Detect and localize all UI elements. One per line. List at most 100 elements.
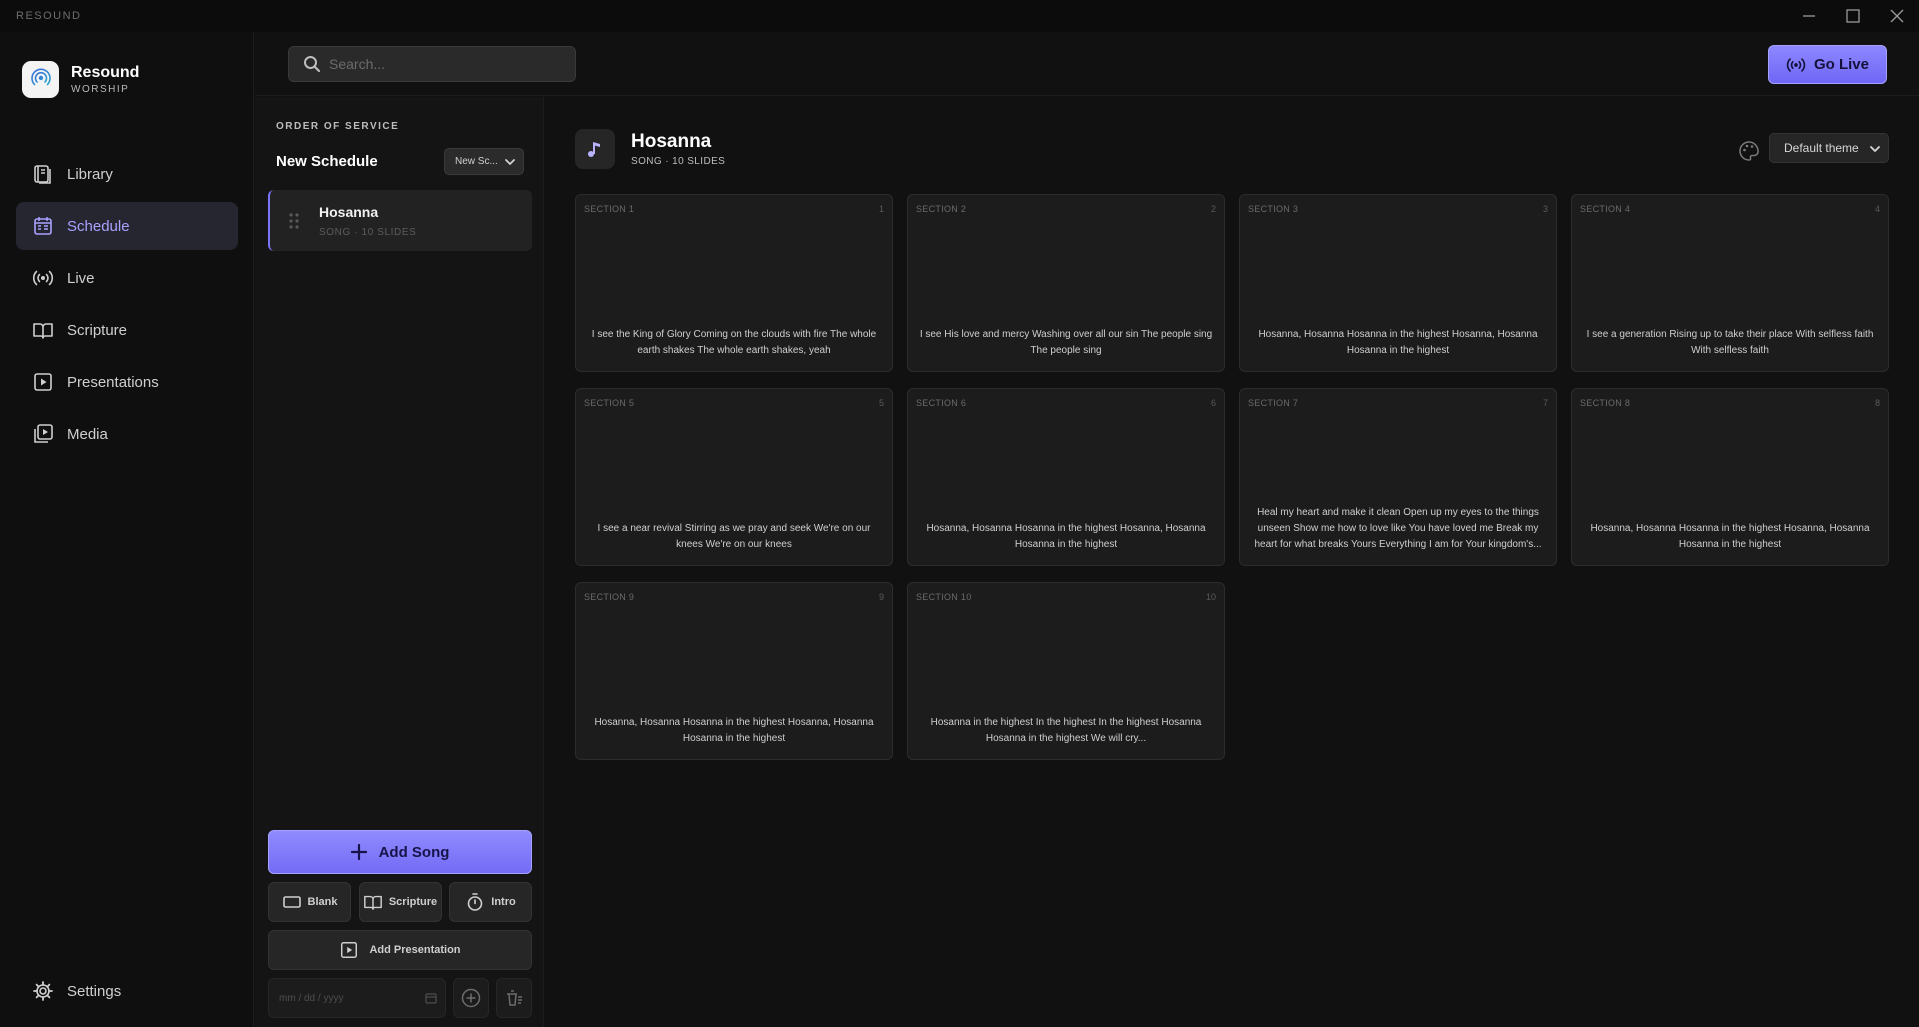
- nav-item-scripture[interactable]: Scripture: [16, 306, 238, 354]
- go-live-button[interactable]: Go Live: [1768, 45, 1887, 84]
- timer-icon: [467, 893, 483, 911]
- slide-number: 7: [1542, 398, 1548, 408]
- slide-number: 9: [878, 592, 884, 602]
- sidebar: Resound WORSHIP Library Schedule Live Sc…: [0, 32, 254, 1027]
- slide-card[interactable]: SECTION 9 9 Hosanna, Hosanna Hosanna in …: [575, 582, 893, 760]
- delete-schedule-button[interactable]: [496, 978, 532, 1018]
- maximize-icon: [1846, 9, 1860, 23]
- add-song-label: Add Song: [378, 843, 450, 861]
- window-controls: [1787, 0, 1919, 32]
- trash-icon: [507, 990, 522, 1006]
- nav-item-media[interactable]: Media: [16, 410, 238, 458]
- palette-icon[interactable]: [1738, 140, 1760, 162]
- slide-section-label: SECTION 6: [916, 398, 967, 408]
- slide-card[interactable]: SECTION 10 10 Hosanna in the highest In …: [907, 582, 1225, 760]
- drag-handle-icon[interactable]: [288, 212, 300, 230]
- slide-card[interactable]: SECTION 2 2 I see His love and mercy Was…: [907, 194, 1225, 372]
- play-square-icon: [34, 373, 52, 391]
- nav-item-library[interactable]: Library: [16, 150, 238, 198]
- song-meta: SONG · 10 SLIDES: [631, 156, 726, 167]
- slide-number: 4: [1874, 204, 1880, 214]
- song-header: Hosanna SONG · 10 SLIDES: [575, 129, 725, 169]
- schedule-panel: ORDER OF SERVICE New Schedule New Sc... …: [255, 97, 544, 1027]
- main-nav: Library Schedule Live Scripture Presenta…: [16, 150, 238, 462]
- maximize-button[interactable]: [1831, 0, 1875, 32]
- nav-item-live[interactable]: Live: [16, 254, 238, 302]
- blank-label: Blank: [307, 896, 338, 908]
- slide-number: 6: [1210, 398, 1216, 408]
- main-content: Hosanna SONG · 10 SLIDES Default theme S…: [545, 97, 1919, 1027]
- slide-lyric: I see a near revival Stirring as we pray…: [597, 523, 871, 550]
- chevron-down-icon: [1870, 146, 1880, 152]
- blank-slide-icon: [282, 896, 301, 908]
- nav-item-presentations[interactable]: Presentations: [16, 358, 238, 406]
- date-input[interactable]: mm / dd / yyyy: [268, 978, 446, 1018]
- slide-card[interactable]: SECTION 3 3 Hosanna, Hosanna Hosanna in …: [1239, 194, 1557, 372]
- window-title: RESOUND: [16, 10, 82, 22]
- add-schedule-button[interactable]: [453, 978, 489, 1018]
- calendar-icon[interactable]: [425, 992, 437, 1004]
- slide-card[interactable]: SECTION 1 1 I see the King of Glory Comi…: [575, 194, 893, 372]
- slide-card[interactable]: SECTION 5 5 I see a near revival Stirrin…: [575, 388, 893, 566]
- chevron-down-icon: [505, 159, 515, 165]
- add-blank-button[interactable]: Blank: [268, 882, 351, 922]
- settings-label: Settings: [67, 982, 122, 1000]
- slide-lyric: Heal my heart and make it clean Open up …: [1254, 507, 1542, 550]
- slide-number: 2: [1210, 204, 1216, 214]
- nav-item-label: Presentations: [67, 373, 159, 391]
- slide-card[interactable]: SECTION 7 7 Heal my heart and make it cl…: [1239, 388, 1557, 566]
- nav-item-label: Library: [67, 165, 113, 183]
- order-of-service-label: ORDER OF SERVICE: [276, 121, 400, 132]
- brand-subtitle: WORSHIP: [71, 84, 130, 95]
- nav-item-label: Scripture: [67, 321, 128, 339]
- top-bar: Go Live: [255, 32, 1919, 96]
- minimize-button[interactable]: [1787, 0, 1831, 32]
- search-icon: [304, 56, 321, 73]
- search-box[interactable]: [288, 46, 576, 82]
- book-icon: [363, 895, 382, 910]
- theme-select-value: Default theme: [1784, 141, 1859, 155]
- slide-section-label: SECTION 3: [1248, 204, 1299, 214]
- close-button[interactable]: [1875, 0, 1919, 32]
- nav-item-label: Schedule: [67, 217, 130, 235]
- slide-section-label: SECTION 9: [584, 592, 635, 602]
- slide-section-label: SECTION 4: [1580, 204, 1631, 214]
- brand-name: Resound: [71, 64, 140, 81]
- nav-item-schedule[interactable]: Schedule: [16, 202, 238, 250]
- add-intro-button[interactable]: Intro: [449, 882, 532, 922]
- slide-number: 5: [878, 398, 884, 408]
- schedule-select[interactable]: New Sc...: [444, 148, 524, 175]
- slide-section-label: SECTION 1: [584, 204, 635, 214]
- slide-lyric: Hosanna, Hosanna Hosanna in the highest …: [1258, 329, 1538, 356]
- schedule-item[interactable]: Hosanna SONG · 10 SLIDES: [268, 190, 532, 251]
- play-square-icon: [341, 942, 358, 958]
- slide-card[interactable]: SECTION 8 8 Hosanna, Hosanna Hosanna in …: [1571, 388, 1889, 566]
- search-input[interactable]: [329, 56, 559, 72]
- nav-item-label: Live: [67, 269, 95, 287]
- slide-section-label: SECTION 7: [1248, 398, 1299, 408]
- brand-logo: [22, 61, 59, 98]
- quick-add-row: Blank Scripture Intro: [268, 882, 532, 922]
- add-presentation-label: Add Presentation: [369, 944, 461, 956]
- slide-card[interactable]: SECTION 4 4 I see a generation Rising up…: [1571, 194, 1889, 372]
- go-live-label: Go Live: [1813, 56, 1869, 73]
- slide-lyric: I see His love and mercy Washing over al…: [919, 329, 1213, 356]
- broadcast-icon: [32, 270, 54, 286]
- broadcast-logo-icon: [30, 68, 51, 90]
- scripture-label: Scripture: [388, 896, 438, 908]
- theme-select[interactable]: Default theme: [1769, 133, 1889, 163]
- calendar-icon: [34, 217, 52, 235]
- slide-lyric: Hosanna, Hosanna Hosanna in the highest …: [594, 717, 874, 744]
- slide-number: 3: [1542, 204, 1548, 214]
- add-presentation-button[interactable]: Add Presentation: [268, 930, 532, 970]
- slide-number: 1: [878, 204, 884, 214]
- add-song-button[interactable]: Add Song: [268, 830, 532, 874]
- add-scripture-button[interactable]: Scripture: [358, 882, 442, 922]
- song-title: Hosanna: [631, 131, 712, 152]
- slide-card[interactable]: SECTION 6 6 Hosanna, Hosanna Hosanna in …: [907, 388, 1225, 566]
- slide-lyric: Hosanna, Hosanna Hosanna in the highest …: [926, 523, 1206, 550]
- nav-item-label: Media: [67, 425, 108, 443]
- slide-lyric: I see the King of Glory Coming on the cl…: [591, 329, 877, 356]
- plus-icon: [350, 844, 367, 860]
- settings-button[interactable]: Settings: [32, 980, 121, 1002]
